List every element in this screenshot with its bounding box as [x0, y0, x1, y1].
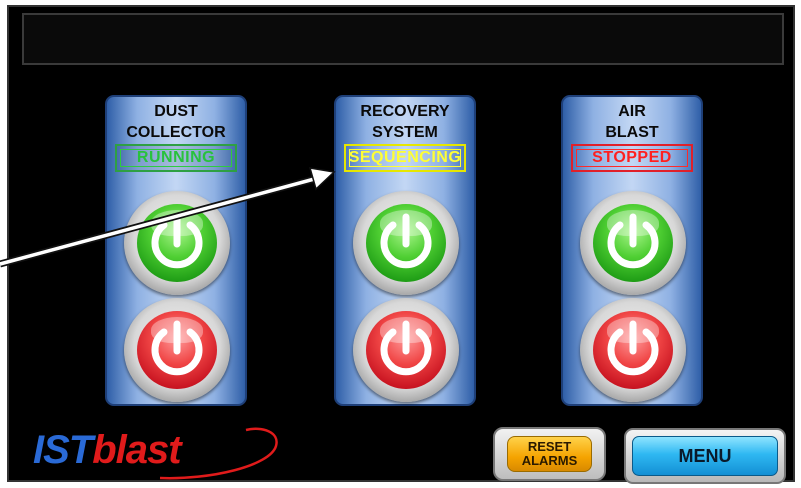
panel-title: AIR BLAST	[563, 101, 701, 143]
panel-title: DUST COLLECTOR	[107, 101, 245, 143]
reset-alarms-button[interactable]: RESET ALARMS	[493, 427, 606, 481]
message-bar	[22, 13, 784, 65]
start-button[interactable]	[580, 191, 686, 295]
power-icon	[607, 320, 659, 376]
menu-label: MENU	[678, 445, 732, 466]
panel-title-line: RECOVERY	[360, 103, 450, 120]
status-text: STOPPED	[592, 149, 672, 166]
stop-button[interactable]	[353, 298, 459, 402]
panel-title: RECOVERY SYSTEM	[336, 101, 474, 143]
status-text: SEQUENCING	[348, 149, 462, 166]
status-indicator: STOPPED	[571, 144, 693, 172]
status-indicator: SEQUENCING	[344, 144, 466, 172]
logo-text-ist: IST	[33, 428, 93, 472]
panel-dust-collector: DUST COLLECTOR RUNNING	[105, 95, 247, 406]
reset-label-line1: RESET	[527, 439, 572, 454]
start-button[interactable]	[353, 191, 459, 295]
panel-title-line: AIR	[618, 103, 646, 120]
menu-button[interactable]: MENU	[624, 428, 786, 484]
power-icon	[151, 213, 203, 269]
power-icon	[607, 213, 659, 269]
status-indicator: RUNNING	[115, 144, 237, 172]
hmi-screen: DUST COLLECTOR RUNNING RECOVERY SYSTEM S…	[7, 5, 795, 482]
panel-title-line: SYSTEM	[372, 124, 438, 141]
start-button[interactable]	[124, 191, 230, 295]
panel-air-blast: AIR BLAST STOPPED	[561, 95, 703, 406]
logo-swoosh-icon	[159, 427, 278, 480]
panel-title-line: BLAST	[605, 124, 659, 141]
panel-title-line: DUST	[154, 103, 198, 120]
status-text: RUNNING	[136, 149, 216, 166]
panel-recovery-system: RECOVERY SYSTEM SEQUENCING	[334, 95, 476, 406]
power-icon	[151, 320, 203, 376]
reset-label-line2: ALARMS	[521, 453, 578, 468]
power-icon	[380, 213, 432, 269]
power-icon	[380, 320, 432, 376]
stop-button[interactable]	[580, 298, 686, 402]
stop-button[interactable]	[124, 298, 230, 402]
panel-title-line: COLLECTOR	[126, 124, 226, 141]
